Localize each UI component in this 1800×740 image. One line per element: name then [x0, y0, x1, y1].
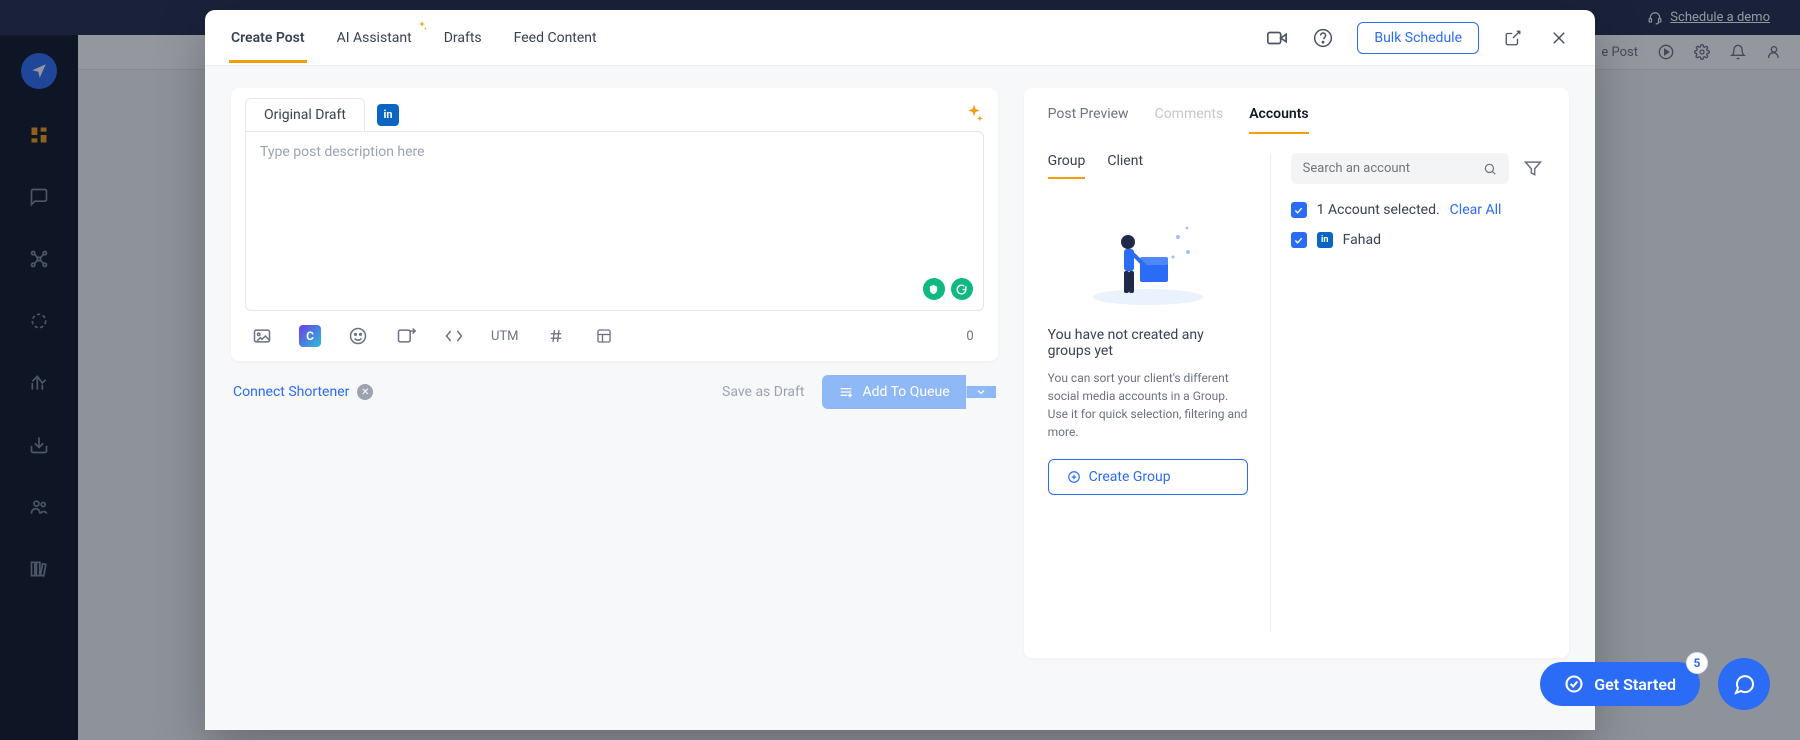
right-columns: Group Client [1048, 153, 1545, 632]
account-search-box[interactable] [1291, 153, 1509, 184]
remove-shortener-icon[interactable]: ✕ [357, 384, 373, 400]
right-card: Post Preview Comments Accounts Group Cli… [1024, 88, 1569, 658]
help-icon[interactable] [1311, 26, 1335, 50]
group-subtabs: Group Client [1048, 153, 1248, 179]
emoji-icon[interactable] [347, 325, 369, 347]
modal-header: Create Post AI Assistant Drafts Feed Con… [205, 10, 1595, 66]
bulk-schedule-button[interactable]: Bulk Schedule [1357, 22, 1479, 54]
editor-tools-row: C UTM 0 [231, 311, 998, 361]
tab-post-preview[interactable]: Post Preview [1048, 106, 1129, 134]
media-icon[interactable] [251, 325, 273, 347]
linkedin-chip[interactable]: in [377, 104, 399, 126]
external-link-icon[interactable] [1501, 26, 1525, 50]
editor-below-row: Connect Shortener ✕ Save as Draft Add To… [231, 361, 998, 423]
connect-shortener-label: Connect Shortener [233, 384, 349, 400]
create-post-modal: Create Post AI Assistant Drafts Feed Con… [205, 10, 1595, 730]
connect-shortener-link[interactable]: Connect Shortener ✕ [233, 384, 373, 400]
modal-header-actions: Bulk Schedule [1265, 22, 1571, 54]
group-empty-desc: You can sort your client's different soc… [1048, 369, 1248, 441]
editor-card: Original Draft in Type post description … [231, 88, 998, 361]
modal-tabs: Create Post AI Assistant Drafts Feed Con… [229, 10, 599, 65]
group-empty-title: You have not created any groups yet [1048, 327, 1248, 359]
get-started-label: Get Started [1594, 675, 1676, 694]
group-column: Group Client [1048, 153, 1248, 632]
accounts-column: 1 Account selected. Clear All in Fahad [1270, 153, 1545, 632]
shield-badge[interactable] [923, 278, 945, 300]
sparkle-icon [416, 20, 428, 32]
get-started-button[interactable]: Get Started 5 [1540, 662, 1700, 706]
tab-original-draft[interactable]: Original Draft [245, 98, 365, 131]
clear-all-link[interactable]: Clear All [1450, 202, 1502, 218]
filter-icon[interactable] [1523, 158, 1545, 180]
selected-count-label: 1 Account selected. [1317, 202, 1440, 218]
tab-drafts[interactable]: Drafts [442, 14, 484, 62]
add-to-queue-button[interactable]: Add To Queue [822, 375, 995, 409]
queue-dropdown-arrow[interactable] [966, 386, 996, 398]
chat-fab[interactable] [1718, 658, 1770, 710]
image-upload-icon[interactable] [395, 325, 417, 347]
char-count: 0 [966, 329, 977, 344]
queue-icon [838, 384, 854, 400]
close-icon[interactable] [1547, 26, 1571, 50]
canva-icon[interactable]: C [299, 325, 321, 347]
hashtag-icon[interactable] [545, 325, 567, 347]
account-row-fahad[interactable]: in Fahad [1291, 232, 1545, 248]
textarea-placeholder: Type post description here [260, 144, 425, 160]
create-group-button[interactable]: Create Group [1048, 459, 1248, 495]
save-as-draft-button[interactable]: Save as Draft [722, 384, 804, 400]
create-group-label: Create Group [1089, 469, 1171, 485]
utm-button[interactable]: UTM [491, 325, 519, 347]
empty-groups-illustration [1078, 207, 1218, 307]
search-icon [1483, 162, 1497, 176]
get-started-badge: 5 [1686, 652, 1708, 674]
ai-sparkle-button[interactable] [964, 103, 984, 127]
plus-circle-icon [1067, 470, 1081, 484]
grammar-badges [923, 278, 973, 300]
account-checkbox[interactable] [1291, 232, 1307, 248]
post-textarea[interactable]: Type post description here [245, 131, 984, 311]
linkedin-icon: in [1317, 232, 1333, 248]
account-search-input[interactable] [1303, 161, 1483, 176]
queue-label: Add To Queue [862, 384, 949, 400]
editor-column: Original Draft in Type post description … [231, 88, 998, 423]
subtab-client[interactable]: Client [1107, 153, 1143, 179]
right-tabs: Post Preview Comments Accounts [1048, 106, 1545, 135]
template-icon[interactable] [593, 325, 615, 347]
modal-overlay: Create Post AI Assistant Drafts Feed Con… [0, 0, 1800, 740]
chat-icon [1732, 672, 1756, 696]
tab-ai-label: AI Assistant [337, 30, 412, 46]
check-circle-icon [1564, 674, 1584, 694]
tab-create-post[interactable]: Create Post [229, 14, 307, 62]
subtab-group[interactable]: Group [1048, 153, 1086, 179]
code-icon[interactable] [443, 325, 465, 347]
account-name-label: Fahad [1343, 232, 1381, 248]
accounts-selected-line: 1 Account selected. Clear All [1291, 202, 1545, 218]
select-all-checkbox[interactable] [1291, 202, 1307, 218]
grammarly-badge[interactable] [951, 278, 973, 300]
tab-ai-assistant[interactable]: AI Assistant [335, 14, 414, 62]
tab-accounts[interactable]: Accounts [1249, 106, 1308, 134]
editor-tabs-row: Original Draft in [231, 88, 998, 131]
video-icon[interactable] [1265, 26, 1289, 50]
tab-comments[interactable]: Comments [1155, 106, 1224, 134]
floating-actions: Get Started 5 [1540, 658, 1770, 710]
tab-feed-content[interactable]: Feed Content [512, 14, 599, 62]
modal-body: Original Draft in Type post description … [205, 66, 1595, 730]
account-search-row [1291, 153, 1545, 184]
